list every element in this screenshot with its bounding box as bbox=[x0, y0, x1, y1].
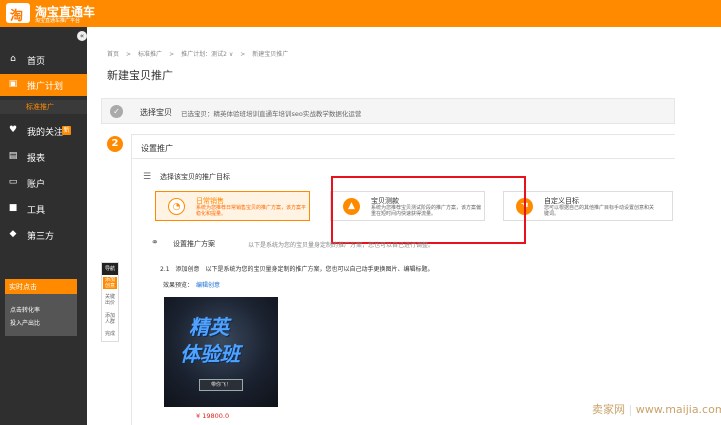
heart-icon: ♥ bbox=[8, 125, 18, 135]
step1-label: 选择宝贝 bbox=[140, 108, 172, 117]
account-icon: ▭ bbox=[8, 177, 18, 187]
sidebar-item-label: 首页 bbox=[27, 57, 46, 67]
sidebar-item-label: 第三方 bbox=[27, 232, 55, 242]
plan-label: 设置推广方案 bbox=[173, 240, 215, 248]
creative-image: 精英 体验班 带你飞！ bbox=[164, 297, 278, 407]
step2-number: 2 bbox=[107, 136, 123, 152]
sidebar-item-label: 工具 bbox=[27, 206, 46, 216]
realtime-title: 实时点击 bbox=[5, 279, 77, 294]
breadcrumb: 首页 > 标准推广 > 推广计划：测试2 ∨ > 新建宝贝推广 bbox=[107, 49, 295, 58]
home-icon: ⌂ bbox=[10, 54, 16, 64]
breadcrumb-home[interactable]: 首页 bbox=[107, 51, 119, 58]
divider bbox=[131, 158, 675, 159]
annotation-highlight-box bbox=[331, 176, 526, 244]
sidebar-item-reports[interactable]: ▤ 报表 bbox=[0, 146, 87, 168]
sidebar-item-third-party[interactable]: ◆ 第三方 bbox=[0, 224, 87, 246]
realtime-link-ctr[interactable]: 点击转化率 bbox=[10, 305, 40, 314]
step2-label: 设置推广 bbox=[141, 144, 173, 153]
breadcrumb-sep: > bbox=[126, 51, 132, 58]
sidebar-item-label: 账户 bbox=[27, 180, 46, 190]
watermark-brand: 卖家网 bbox=[592, 403, 625, 416]
creative-text-line1: 精英 bbox=[189, 315, 229, 339]
new-badge: 新 bbox=[62, 126, 71, 135]
watermark-separator: | bbox=[628, 403, 633, 416]
breadcrumb-plan-dropdown[interactable]: 推广计划：测试2 ∨ bbox=[181, 51, 233, 58]
floating-nav-head: 导航 bbox=[102, 263, 118, 275]
watermark-url: www.maijia.com bbox=[635, 403, 721, 416]
plan-desc: 以下是系统为您的宝贝量身定制的推广方案，您也可以自己进行调整。 bbox=[248, 242, 435, 249]
report-icon: ▤ bbox=[8, 151, 18, 161]
diamond-icon: ◆ bbox=[9, 229, 17, 239]
floating-nav: 导航 添加创意 关键出价 添加人群 完成 bbox=[101, 262, 119, 342]
share-icon: ⚭ bbox=[151, 238, 159, 248]
sidebar-item-account[interactable]: ▭ 账户 bbox=[0, 172, 87, 194]
sidebar-item-label: 报表 bbox=[27, 154, 46, 164]
edit-creative-link[interactable]: 编辑创意 bbox=[196, 280, 220, 289]
goal-desc: 您可以根据自己的其他推广目标手动设置创意和关键词。 bbox=[544, 205, 655, 217]
breadcrumb-sep: > bbox=[169, 51, 175, 58]
sidebar-item-tools[interactable]: ■ 工具 bbox=[0, 198, 87, 220]
substep-add-creative: 2.1 添加创意 以下是系统为您的宝贝量身定制的推广方案，您也可以自己动手更换图… bbox=[160, 266, 434, 273]
floating-nav-item[interactable]: 关键出价 bbox=[103, 294, 117, 306]
goal-card-custom[interactable]: ☚ 自定义目标 您可以根据自己的其他推广目标手动设置创意和关键词。 bbox=[503, 191, 673, 221]
breadcrumb-current: 新建宝贝推广 bbox=[252, 51, 289, 58]
logo-icon: 淘 bbox=[6, 3, 30, 24]
clock-icon: ◔ bbox=[168, 198, 185, 215]
goal-desc: 系统为您推荐日常销售宝贝的推广方案，该方案平稳化和提量。 bbox=[196, 205, 307, 217]
realtime-panel: 实时点击 点击转化率 投入产出比 bbox=[5, 279, 77, 336]
floating-nav-item[interactable]: 完成 bbox=[103, 331, 117, 337]
creative-button: 带你飞！ bbox=[199, 379, 243, 391]
goal-section-label: 选择该宝贝的推广目标 bbox=[160, 173, 230, 181]
app-subtitle: 淘宝直通车推广平台 bbox=[35, 18, 81, 24]
breadcrumb-standard[interactable]: 标准推广 bbox=[138, 51, 162, 58]
goal-card-daily-sales[interactable]: ◔ 日常销售 系统为您推荐日常销售宝贝的推广方案，该方案平稳化和提量。 bbox=[155, 191, 310, 221]
floating-nav-item[interactable]: 添加人群 bbox=[103, 313, 117, 325]
sidebar-item-campaigns[interactable]: ▣ 推广计划 bbox=[0, 74, 87, 96]
step-select-item: ✓ 选择宝贝 已选宝贝：精英体验班培训直通车培训seo实战教学数据化运营 bbox=[101, 98, 675, 124]
selected-item-detail: 已选宝贝：精英体验班培训直通车培训seo实战教学数据化运营 bbox=[181, 110, 362, 118]
list-icon: ☰ bbox=[143, 172, 152, 182]
sidebar-subitem-standard[interactable]: 标准推广 bbox=[0, 100, 87, 114]
preview-label: 效果预览： bbox=[163, 282, 194, 289]
collapse-sidebar-button[interactable]: « bbox=[77, 31, 87, 41]
breadcrumb-sep: > bbox=[240, 51, 246, 58]
creative-text-line2: 体验班 bbox=[180, 342, 240, 366]
sidebar-item-label: 推广计划 bbox=[27, 82, 64, 92]
sidebar-subitem-label: 标准推广 bbox=[26, 103, 54, 111]
item-price: ¥ 19800.0 bbox=[196, 412, 230, 420]
page-title: 新建宝贝推广 bbox=[107, 69, 173, 82]
watermark: 卖家网 | www.maijia.com bbox=[592, 401, 721, 417]
toolbox-icon: ■ bbox=[8, 203, 18, 213]
check-icon: ✓ bbox=[110, 105, 123, 118]
sidebar-item-follow[interactable]: ♥ 我的关注 新 bbox=[0, 120, 87, 142]
sidebar-item-home[interactable]: ⌂ 首页 bbox=[0, 49, 87, 71]
realtime-link-roi[interactable]: 投入产出比 bbox=[10, 318, 40, 327]
sidebar-item-label: 我的关注 bbox=[27, 128, 64, 138]
floating-nav-item[interactable]: 添加创意 bbox=[103, 277, 117, 289]
briefcase-icon: ▣ bbox=[8, 79, 18, 89]
top-bar bbox=[0, 0, 721, 27]
